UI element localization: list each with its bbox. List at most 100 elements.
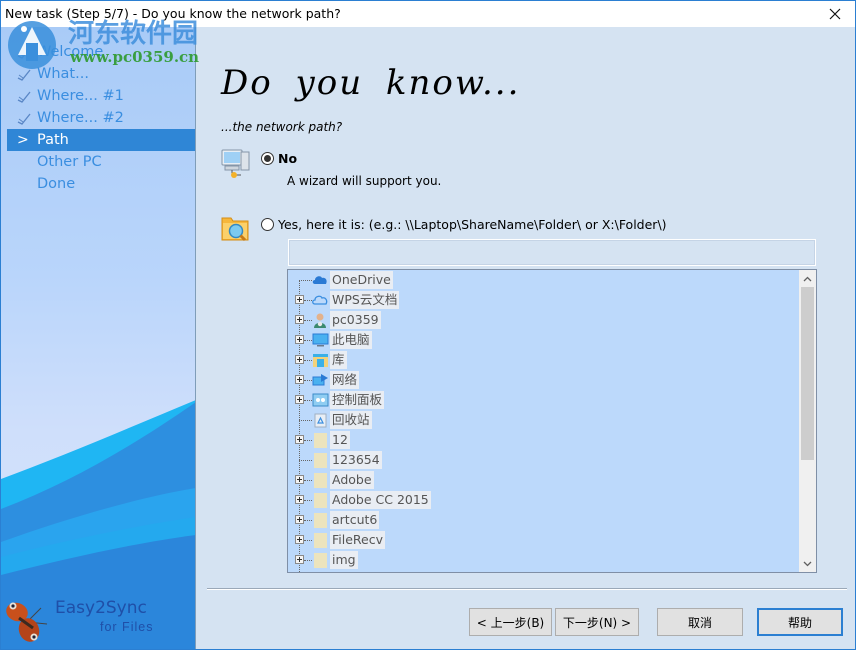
expand-icon[interactable] [295, 475, 304, 484]
tree-connector [304, 320, 312, 321]
close-button[interactable] [815, 1, 855, 27]
tree-item-label: artcut6 [330, 511, 380, 529]
checkmark-icon [17, 107, 33, 129]
step-what[interactable]: What... [7, 63, 195, 85]
chevron-down-icon [803, 561, 812, 566]
tree-connector [299, 420, 312, 421]
expand-icon[interactable] [295, 395, 304, 404]
expand-icon[interactable] [295, 375, 304, 384]
scroll-up-button[interactable] [799, 270, 816, 287]
radio-button-checked[interactable] [261, 152, 274, 165]
option-yes-radio[interactable]: Yes, here it is: (e.g.: \\Laptop\ShareNa… [261, 217, 667, 232]
step-label: Path [37, 132, 69, 148]
folder-icon [312, 512, 329, 528]
title-bar: New task (Step 5/7) - Do you know the ne… [1, 1, 855, 27]
folder-icon [312, 472, 329, 488]
next-button[interactable]: 下一步(N) > [555, 608, 639, 636]
expand-icon[interactable] [295, 315, 304, 324]
help-button[interactable]: 帮助 [757, 608, 843, 636]
cancel-button[interactable]: 取消 [657, 608, 743, 636]
product-logo: Easy2Sync for Files [1, 593, 195, 649]
brand-name: Easy2Sync [55, 598, 147, 618]
step-label: Where... #1 [37, 88, 124, 104]
tree-item-label: pc0359 [330, 311, 381, 329]
expand-icon[interactable] [295, 355, 304, 364]
step-other-pc[interactable]: Other PC [7, 151, 195, 173]
tree-connector [304, 400, 312, 401]
tree-connector [304, 340, 312, 341]
wizard-steps-sidebar: Welcome What... Where... #1 Where... #2 … [1, 27, 196, 649]
step-done[interactable]: Done [7, 173, 195, 195]
checkmark-icon [17, 41, 33, 63]
steps-list: Welcome What... Where... #1 Where... #2 … [7, 41, 195, 195]
page-heading: Do you know... [221, 63, 521, 103]
step-welcome[interactable]: Welcome [7, 41, 195, 63]
expand-icon[interactable] [295, 295, 304, 304]
tree-connector [304, 500, 312, 501]
user-icon [312, 312, 329, 328]
step-where-2[interactable]: Where... #2 [7, 107, 195, 129]
tree-item[interactable]: 库 [288, 350, 798, 370]
option-yes-label: Yes, here it is: (e.g.: \\Laptop\ShareNa… [278, 217, 667, 232]
step-where-1[interactable]: Where... #1 [7, 85, 195, 107]
tree-item[interactable]: artcut6 [288, 510, 798, 530]
scroll-down-button[interactable] [799, 555, 816, 572]
tree-item[interactable]: 网络 [288, 370, 798, 390]
tree-connector [299, 280, 312, 281]
tree-item-label: FileRecv [330, 531, 386, 549]
tree-connector [304, 520, 312, 521]
tree-item[interactable]: Adobe [288, 470, 798, 490]
monitor-icon [312, 332, 329, 348]
chevron-up-icon [803, 276, 812, 281]
checkmark-icon [17, 85, 33, 107]
tree-item[interactable]: pc0359 [288, 310, 798, 330]
tree-item-label: 回收站 [330, 411, 372, 429]
radio-button-unchecked[interactable] [261, 218, 274, 231]
tree-connector [304, 360, 312, 361]
expand-icon[interactable] [295, 495, 304, 504]
folder-tree[interactable]: OneDrive WPS云文档 pc0359 此电脑库网络 控制面板 回收站 12 12365… [287, 269, 817, 573]
tree-item-label: Adobe CC 2015 [330, 491, 431, 509]
folder-icon [312, 532, 329, 548]
computer-network-icon [221, 149, 250, 178]
butterfly-icon [6, 602, 48, 642]
tree-item-label: 库 [330, 351, 347, 369]
expand-icon[interactable] [295, 515, 304, 524]
network-path-input[interactable] [288, 239, 816, 266]
tree-item[interactable]: FileRecv [288, 530, 798, 550]
tree-item[interactable]: 控制面板 [288, 390, 798, 410]
close-icon [829, 8, 841, 20]
step-path[interactable]: > Path [7, 129, 195, 151]
step-label: Done [37, 176, 76, 192]
expand-icon[interactable] [295, 535, 304, 544]
step-label: Other PC [37, 154, 102, 170]
scroll-thumb[interactable] [801, 287, 814, 460]
tree-item[interactable]: img [288, 550, 798, 570]
tree-item[interactable]: Adobe CC 2015 [288, 490, 798, 510]
library-icon [312, 352, 329, 368]
tree-connector [304, 380, 312, 381]
tree-item[interactable]: WPS云文档 [288, 290, 798, 310]
recycle-bin-icon [312, 412, 329, 428]
tree-item[interactable]: 回收站 [288, 410, 798, 430]
checkmark-icon [17, 63, 33, 85]
network-icon [312, 372, 329, 388]
tree-item[interactable]: 此电脑 [288, 330, 798, 350]
tree-connector [304, 480, 312, 481]
tree-item[interactable]: 123654 [288, 450, 798, 470]
tree-item-label: Adobe [330, 471, 374, 489]
expand-icon[interactable] [295, 555, 304, 564]
step-label: Welcome [37, 44, 104, 60]
tree-connector [304, 560, 312, 561]
tree-item[interactable]: OneDrive [288, 270, 798, 290]
tree-scrollbar[interactable] [799, 270, 816, 572]
option-no-hint: A wizard will support you. [287, 174, 442, 188]
back-button[interactable]: < 上一步(B) [469, 608, 552, 636]
option-no-radio[interactable]: No [261, 151, 297, 166]
brand-subtitle: for Files [100, 620, 154, 634]
step-label: Where... #2 [37, 110, 124, 126]
expand-icon[interactable] [295, 335, 304, 344]
tree-item-label: OneDrive [330, 271, 393, 289]
expand-icon[interactable] [295, 435, 304, 444]
tree-item[interactable]: 12 [288, 430, 798, 450]
